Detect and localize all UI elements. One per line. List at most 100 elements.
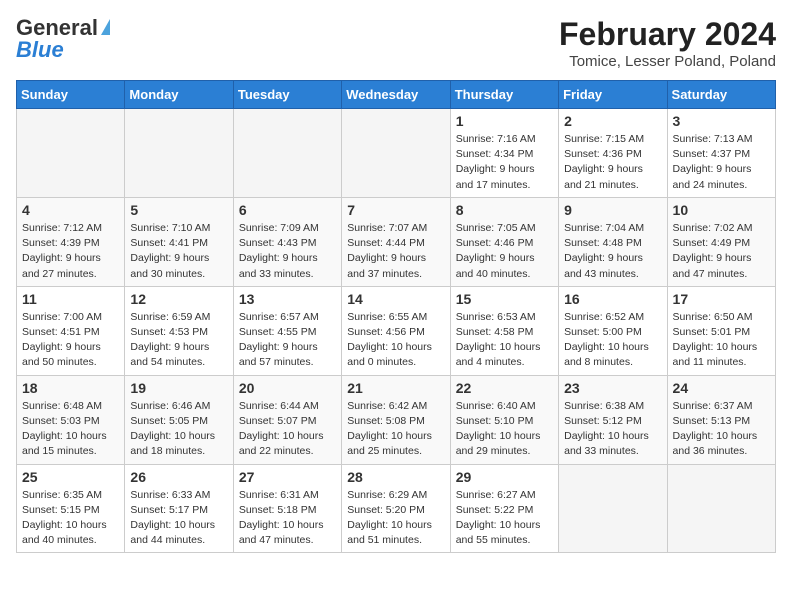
calendar-cell: 13 Sunrise: 6:57 AMSunset: 4:55 PMDayligh… — [233, 286, 341, 375]
day-number: 16 — [564, 291, 661, 307]
day-number: 24 — [673, 380, 770, 396]
day-number: 15 — [456, 291, 553, 307]
day-info: Sunrise: 7:09 AMSunset: 4:43 PMDaylight:… — [239, 221, 336, 282]
day-number: 25 — [22, 469, 119, 485]
day-number: 20 — [239, 380, 336, 396]
day-info: Sunrise: 7:07 AMSunset: 4:44 PMDaylight:… — [347, 221, 444, 282]
logo-triangle-icon — [101, 19, 110, 35]
day-number: 21 — [347, 380, 444, 396]
day-number: 11 — [22, 291, 119, 307]
day-number: 28 — [347, 469, 444, 485]
page-header: General Blue February 2024 Tomice, Lesse… — [16, 16, 776, 70]
day-number: 13 — [239, 291, 336, 307]
day-number: 10 — [673, 202, 770, 218]
day-number: 2 — [564, 113, 661, 129]
calendar-cell: 14Sunrise: 6:55 AMSunset: 4:56 PMDayligh… — [342, 286, 450, 375]
calendar-cell: 15 Sunrise: 6:53 AMSunset: 4:58 PMDayligh… — [450, 286, 558, 375]
day-number: 5 — [130, 202, 227, 218]
calendar-cell: 5 Sunrise: 7:10 AMSunset: 4:41 PMDaylight… — [125, 197, 233, 286]
calendar-cell: 27 Sunrise: 6:31 AMSunset: 5:18 PMDayligh… — [233, 464, 341, 553]
calendar-cell: 23 Sunrise: 6:38 AMSunset: 5:12 PMDayligh… — [559, 375, 667, 464]
day-info: Sunrise: 6:46 AMSunset: 5:05 PMDaylight:… — [130, 399, 227, 460]
day-number: 14 — [347, 291, 444, 307]
day-info: Sunrise: 7:00 AMSunset: 4:51 PMDaylight:… — [22, 310, 119, 371]
calendar-cell: 29 Sunrise: 6:27 AMSunset: 5:22 PMDayligh… — [450, 464, 558, 553]
day-info: Sunrise: 6:53 AMSunset: 4:58 PMDaylight:… — [456, 310, 553, 371]
day-info: Sunrise: 7:12 AMSunset: 4:39 PMDaylight:… — [22, 221, 119, 282]
day-number: 19 — [130, 380, 227, 396]
day-number: 27 — [239, 469, 336, 485]
day-info: Sunrise: 6:38 AMSunset: 5:12 PMDaylight:… — [564, 399, 661, 460]
calendar-cell — [559, 464, 667, 553]
calendar-week-row: 18 Sunrise: 6:48 AMSunset: 5:03 PMDayligh… — [17, 375, 776, 464]
calendar-cell: 18 Sunrise: 6:48 AMSunset: 5:03 PMDayligh… — [17, 375, 125, 464]
day-info: Sunrise: 6:35 AMSunset: 5:15 PMDaylight:… — [22, 488, 119, 549]
calendar-cell — [342, 109, 450, 198]
day-info: Sunrise: 7:10 AMSunset: 4:41 PMDaylight:… — [130, 221, 227, 282]
calendar-cell: 6Sunrise: 7:09 AMSunset: 4:43 PMDaylight… — [233, 197, 341, 286]
day-info: Sunrise: 6:50 AMSunset: 5:01 PMDaylight:… — [673, 310, 770, 371]
calendar-table: SundayMondayTuesdayWednesdayThursdayFrid… — [16, 80, 776, 553]
day-info: Sunrise: 7:04 AMSunset: 4:48 PMDaylight:… — [564, 221, 661, 282]
day-info: Sunrise: 6:48 AMSunset: 5:03 PMDaylight:… — [22, 399, 119, 460]
calendar-week-row: 11 Sunrise: 7:00 AMSunset: 4:51 PMDayligh… — [17, 286, 776, 375]
calendar-cell — [233, 109, 341, 198]
month-title: February 2024 — [559, 16, 776, 53]
day-number: 17 — [673, 291, 770, 307]
location-title: Tomice, Lesser Poland, Poland — [559, 53, 776, 70]
weekday-header: Friday — [559, 81, 667, 109]
day-info: Sunrise: 6:52 AMSunset: 5:00 PMDaylight:… — [564, 310, 661, 371]
calendar-week-row: 4 Sunrise: 7:12 AMSunset: 4:39 PMDaylight… — [17, 197, 776, 286]
calendar-cell — [667, 464, 775, 553]
day-number: 26 — [130, 469, 227, 485]
calendar-cell: 9Sunrise: 7:04 AMSunset: 4:48 PMDaylight… — [559, 197, 667, 286]
calendar-cell: 21Sunrise: 6:42 AMSunset: 5:08 PMDayligh… — [342, 375, 450, 464]
calendar-cell: 17 Sunrise: 6:50 AMSunset: 5:01 PMDayligh… — [667, 286, 775, 375]
day-number: 29 — [456, 469, 553, 485]
weekday-row: SundayMondayTuesdayWednesdayThursdayFrid… — [17, 81, 776, 109]
calendar-cell: 26 Sunrise: 6:33 AMSunset: 5:17 PMDayligh… — [125, 464, 233, 553]
calendar-cell: 11 Sunrise: 7:00 AMSunset: 4:51 PMDayligh… — [17, 286, 125, 375]
calendar-cell: 7 Sunrise: 7:07 AMSunset: 4:44 PMDaylight… — [342, 197, 450, 286]
day-number: 7 — [347, 202, 444, 218]
day-number: 1 — [456, 113, 553, 129]
calendar-cell: 16 Sunrise: 6:52 AMSunset: 5:00 PMDayligh… — [559, 286, 667, 375]
day-info: Sunrise: 6:57 AMSunset: 4:55 PMDaylight:… — [239, 310, 336, 371]
day-info: Sunrise: 6:44 AMSunset: 5:07 PMDaylight:… — [239, 399, 336, 460]
calendar-cell — [125, 109, 233, 198]
day-info: Sunrise: 7:16 AMSunset: 4:34 PMDaylight:… — [456, 132, 553, 193]
day-info: Sunrise: 6:31 AMSunset: 5:18 PMDaylight:… — [239, 488, 336, 549]
weekday-header: Sunday — [17, 81, 125, 109]
day-info: Sunrise: 6:29 AMSunset: 5:20 PMDaylight:… — [347, 488, 444, 549]
day-info: Sunrise: 7:13 AMSunset: 4:37 PMDaylight:… — [673, 132, 770, 193]
day-info: Sunrise: 6:59 AMSunset: 4:53 PMDaylight:… — [130, 310, 227, 371]
day-info: Sunrise: 7:05 AMSunset: 4:46 PMDaylight:… — [456, 221, 553, 282]
day-info: Sunrise: 6:37 AMSunset: 5:13 PMDaylight:… — [673, 399, 770, 460]
calendar-cell: 3 Sunrise: 7:13 AMSunset: 4:37 PMDaylight… — [667, 109, 775, 198]
title-area: February 2024 Tomice, Lesser Poland, Pol… — [559, 16, 776, 70]
day-info: Sunrise: 6:40 AMSunset: 5:10 PMDaylight:… — [456, 399, 553, 460]
weekday-header: Tuesday — [233, 81, 341, 109]
calendar-body: 1 Sunrise: 7:16 AMSunset: 4:34 PMDaylight… — [17, 109, 776, 553]
calendar-cell: 2Sunrise: 7:15 AMSunset: 4:36 PMDaylight… — [559, 109, 667, 198]
calendar-cell: 20 Sunrise: 6:44 AMSunset: 5:07 PMDayligh… — [233, 375, 341, 464]
calendar-week-row: 25 Sunrise: 6:35 AMSunset: 5:15 PMDayligh… — [17, 464, 776, 553]
day-number: 12 — [130, 291, 227, 307]
calendar-header: SundayMondayTuesdayWednesdayThursdayFrid… — [17, 81, 776, 109]
day-number: 23 — [564, 380, 661, 396]
calendar-cell: 19 Sunrise: 6:46 AMSunset: 5:05 PMDayligh… — [125, 375, 233, 464]
calendar-cell: 1 Sunrise: 7:16 AMSunset: 4:34 PMDaylight… — [450, 109, 558, 198]
day-number: 18 — [22, 380, 119, 396]
logo-blue-text: Blue — [16, 38, 64, 62]
calendar-cell: 28 Sunrise: 6:29 AMSunset: 5:20 PMDayligh… — [342, 464, 450, 553]
calendar-cell: 8Sunrise: 7:05 AMSunset: 4:46 PMDaylight… — [450, 197, 558, 286]
day-number: 3 — [673, 113, 770, 129]
day-number: 4 — [22, 202, 119, 218]
calendar-cell: 24 Sunrise: 6:37 AMSunset: 5:13 PMDayligh… — [667, 375, 775, 464]
day-info: Sunrise: 6:27 AMSunset: 5:22 PMDaylight:… — [456, 488, 553, 549]
calendar-cell: 22Sunrise: 6:40 AMSunset: 5:10 PMDayligh… — [450, 375, 558, 464]
weekday-header: Wednesday — [342, 81, 450, 109]
calendar-week-row: 1 Sunrise: 7:16 AMSunset: 4:34 PMDaylight… — [17, 109, 776, 198]
calendar-cell — [17, 109, 125, 198]
day-info: Sunrise: 6:33 AMSunset: 5:17 PMDaylight:… — [130, 488, 227, 549]
